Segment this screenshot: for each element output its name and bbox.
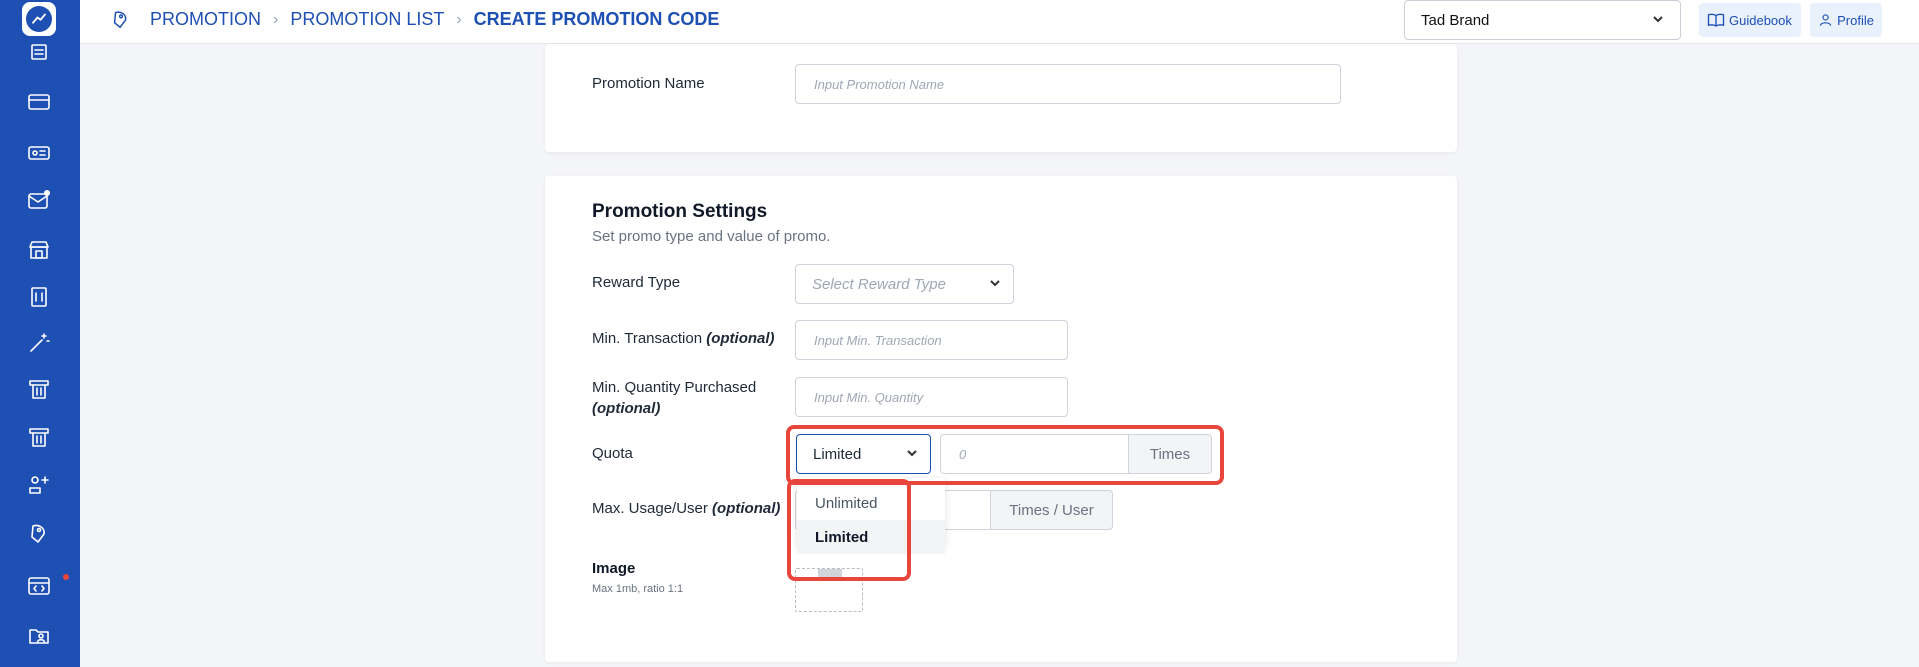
breadcrumb: PROMOTION › PROMOTION LIST › CREATE PROM… [150,9,719,30]
min-quantity-label-text: Min. Quantity Purchased [592,379,757,396]
promotion-tag-icon [110,9,132,31]
promotion-name-label: Promotion Name [592,75,705,92]
max-usage-label-text: Max. Usage/User [592,500,708,517]
breadcrumb-promotion[interactable]: PROMOTION [150,9,261,30]
min-transaction-input[interactable]: Input Min. Transaction [795,320,1068,360]
breadcrumb-current: CREATE PROMOTION CODE [473,9,720,29]
promotion-name-placeholder: Input Promotion Name [814,76,945,92]
brand-select-value: Tad Brand [1421,11,1490,29]
code-notification-dot [63,574,69,580]
min-transaction-optional: (optional) [706,330,775,347]
card-icon[interactable] [26,89,52,115]
breadcrumb-promotion-list[interactable]: PROMOTION LIST [290,9,444,30]
brand-select[interactable]: Tad Brand [1404,0,1681,40]
voucher-icon[interactable] [26,140,52,166]
min-transaction-label-text: Min. Transaction [592,330,703,347]
folder-user-icon[interactable] [26,623,52,649]
quota-label: Quota [592,445,633,462]
sidebar [0,0,80,667]
users-add-icon[interactable] [26,472,52,498]
top-bar: PROMOTION › PROMOTION LIST › CREATE PROM… [80,0,1919,44]
mail-notification-dot [44,190,50,196]
image-hint: Max 1mb, ratio 1:1 [592,583,684,595]
min-quantity-input[interactable]: Input Min. Quantity [795,377,1068,417]
code-window-icon[interactable] [26,573,52,599]
min-quantity-label: Min. Quantity Purchased (optional) [592,377,756,419]
chevron-down-icon [1652,12,1664,29]
profile-label: Profile [1837,12,1874,28]
max-usage-optional: (optional) [712,500,781,517]
app-logo[interactable] [22,2,56,36]
reward-type-placeholder: Select Reward Type [812,275,946,293]
quota-highlight-box [786,425,1224,485]
dropdown-highlight-box [787,479,911,581]
reward-type-label: Reward Type [592,274,681,291]
menu-icon[interactable] [26,284,52,310]
guidebook-button[interactable]: Guidebook [1699,3,1801,37]
min-quantity-optional: (optional) [592,400,661,417]
promotion-name-input[interactable]: Input Promotion Name [795,64,1341,104]
image-label: Image [592,560,636,577]
promotion-settings-card: Promotion Settings Set promo type and va… [545,176,1457,662]
chevron-down-icon [989,276,1001,293]
tag-icon[interactable] [26,521,52,547]
min-quantity-placeholder: Input Min. Quantity [814,389,924,405]
magic-wand-icon[interactable] [26,330,52,356]
section-title: Promotion Settings [592,201,768,222]
breadcrumb-separator-icon: › [273,10,279,28]
section-subtitle: Set promo type and value of promo. [592,228,831,245]
ticket-icon[interactable] [26,377,52,403]
profile-button[interactable]: Profile [1810,3,1882,37]
guidebook-label: Guidebook [1729,12,1792,28]
store-icon[interactable] [26,237,52,263]
breadcrumb-separator-icon: › [456,10,462,28]
reward-type-select[interactable]: Select Reward Type [795,264,1014,304]
promotion-name-card: Promotion Name Input Promotion Name [545,44,1457,152]
max-usage-label: Max. Usage/User (optional) [592,500,780,517]
document-icon[interactable] [26,42,52,68]
max-usage-unit-addon: Times / User [990,490,1113,530]
logo-chart-icon [26,6,52,32]
ticket-icon-2[interactable] [26,425,52,451]
min-transaction-label: Min. Transaction (optional) [592,330,775,347]
user-icon [1819,14,1832,26]
min-transaction-placeholder: Input Min. Transaction [814,332,942,348]
book-icon [1707,13,1725,27]
